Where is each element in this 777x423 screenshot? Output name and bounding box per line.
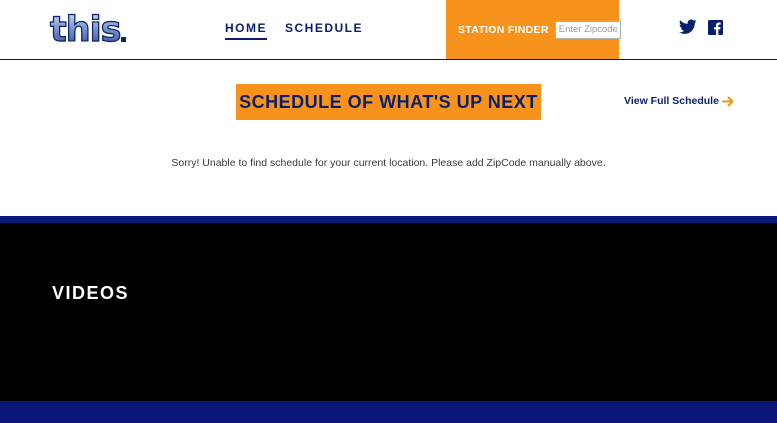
view-full-schedule-link[interactable]: View Full Schedule bbox=[624, 95, 734, 107]
nav-schedule-link[interactable]: SCHEDULE bbox=[285, 21, 363, 35]
zipcode-input[interactable] bbox=[554, 20, 621, 39]
videos-section: VIDEOS bbox=[0, 223, 777, 401]
videos-heading: VIDEOS bbox=[52, 283, 130, 303]
arrow-right-icon bbox=[721, 96, 734, 106]
station-finder-label: STATION FINDER bbox=[458, 23, 549, 36]
nav-home-link[interactable]: HOME bbox=[225, 21, 267, 40]
site-header: this HOME SCHEDULE STATION FINDER bbox=[0, 0, 777, 60]
facebook-icon[interactable] bbox=[708, 20, 723, 35]
schedule-title: SCHEDULE OF WHAT'S UP NEXT bbox=[239, 91, 538, 112]
footer-band bbox=[0, 401, 777, 423]
logo-dot bbox=[121, 37, 127, 42]
logo-text: this bbox=[49, 10, 122, 50]
twitter-icon[interactable] bbox=[679, 19, 697, 35]
section-divider-band bbox=[0, 216, 777, 223]
station-finder: STATION FINDER bbox=[446, 0, 621, 59]
schedule-banner: SCHEDULE OF WHAT'S UP NEXT bbox=[236, 84, 541, 120]
this-logo[interactable]: this bbox=[49, 10, 130, 50]
view-full-schedule-label: View Full Schedule bbox=[624, 95, 719, 107]
schedule-error-message: Sorry! Unable to find schedule for your … bbox=[171, 157, 606, 169]
